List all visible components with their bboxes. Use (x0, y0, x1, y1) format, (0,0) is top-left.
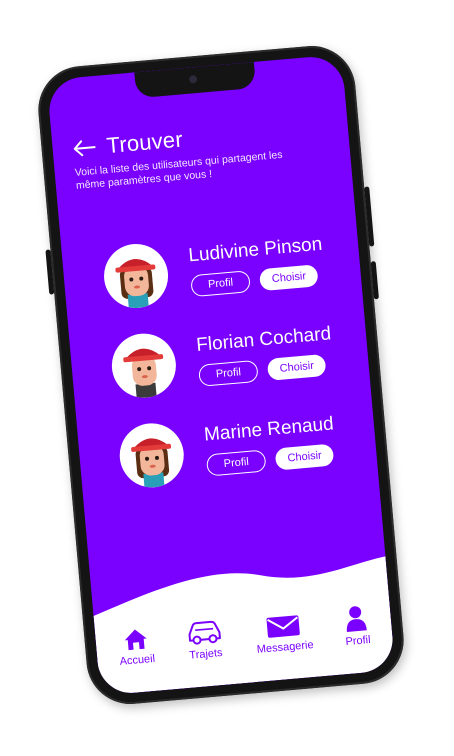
back-arrow-icon[interactable] (72, 137, 98, 159)
user-row: Marine Renaud Profil Choisir (116, 393, 361, 503)
user-actions: Profil Choisir (198, 353, 335, 387)
envelope-icon (266, 615, 301, 638)
nav-label: Profil (345, 633, 372, 649)
car-icon (188, 620, 221, 645)
user-name: Ludivine Pinson (187, 233, 324, 267)
user-list: Ludivine Pinson Profil Choisir Florian C… (100, 213, 361, 503)
home-icon (124, 629, 147, 651)
person-icon (347, 606, 368, 632)
stage: Trouver Voici la liste des utilisateurs … (0, 0, 454, 756)
phone-frame: Trouver Voici la liste des utilisateurs … (34, 42, 408, 708)
volume-button (370, 261, 379, 300)
nav-item-profil[interactable]: Profil (342, 603, 371, 648)
avatar-boy-icon (123, 348, 164, 399)
header: Trouver Voici la liste des utilisateurs … (72, 113, 338, 193)
phone-screen: Trouver Voici la liste des utilisateurs … (46, 54, 396, 696)
user-info: Marine Renaud Profil Choisir (203, 413, 337, 477)
side-button (45, 249, 55, 295)
user-actions: Profil Choisir (205, 443, 337, 477)
avatar (117, 420, 187, 491)
choisir-button[interactable]: Choisir (266, 353, 327, 381)
power-button (364, 186, 375, 247)
user-actions: Profil Choisir (190, 264, 326, 298)
avatar (101, 241, 171, 311)
choisir-button[interactable]: Choisir (258, 264, 319, 292)
profil-button[interactable]: Profil (190, 270, 251, 298)
user-name: Marine Renaud (203, 413, 335, 446)
choisir-button[interactable]: Choisir (274, 443, 335, 471)
avatar (109, 331, 179, 401)
user-info: Florian Cochard Profil Choisir (195, 323, 334, 387)
avatar-girl-icon (131, 438, 172, 489)
nav-item-accueil[interactable]: Accueil (117, 626, 156, 668)
nav-item-trajets[interactable]: Trajets (184, 618, 225, 662)
page-title: Trouver (105, 126, 184, 159)
profil-button[interactable]: Profil (205, 449, 267, 477)
user-info: Ludivine Pinson Profil Choisir (187, 233, 326, 298)
camera (188, 74, 198, 84)
user-name: Florian Cochard (195, 323, 332, 356)
profil-button[interactable]: Profil (198, 359, 259, 387)
notch (134, 61, 257, 99)
nav-item-messagerie[interactable]: Messagerie (254, 612, 314, 656)
avatar-girl-icon (115, 259, 156, 309)
